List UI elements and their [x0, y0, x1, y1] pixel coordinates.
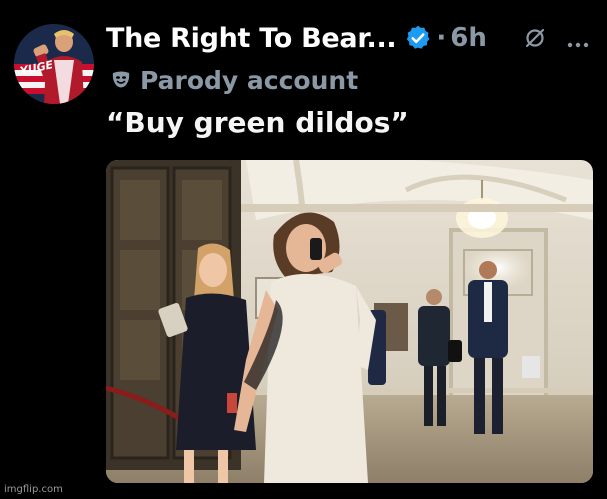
parody-account-row: Parody account	[110, 64, 358, 96]
header-separator: ·	[436, 23, 447, 53]
post-timestamp[interactable]: 6h	[450, 23, 487, 53]
grok-slash-icon[interactable]	[523, 26, 547, 50]
post-photo[interactable]	[106, 160, 593, 483]
watermark: imgflip.com	[4, 484, 63, 495]
theater-mask-icon	[110, 69, 132, 91]
parody-account-label: Parody account	[140, 65, 359, 95]
post-header: The Right To Bear... · 6h	[106, 18, 487, 58]
author-name[interactable]: The Right To Bear...	[106, 23, 397, 54]
verified-badge-icon	[404, 24, 432, 52]
post-text: “Buy green dildos”	[106, 106, 409, 139]
author-avatar[interactable]: YUGE	[14, 24, 94, 104]
more-horizontal-icon[interactable]	[566, 34, 590, 48]
